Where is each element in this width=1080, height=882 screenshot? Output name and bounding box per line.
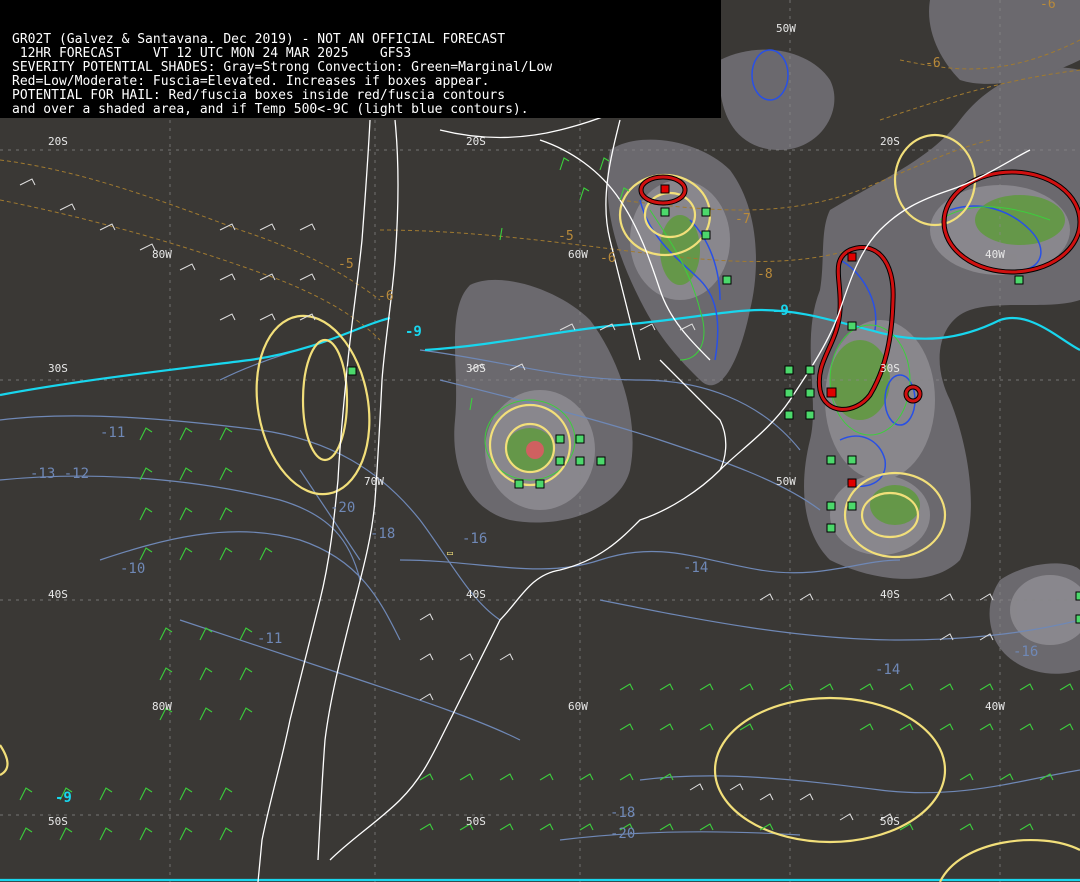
contour-label-minus9-a: -9 [405,324,422,340]
contour-label-minus9-c: -9 [55,790,72,806]
dashed-label-minus6-d: -6 [1040,0,1056,12]
contour-label-minus20-b: -20 [610,826,635,842]
lat-label-20s-a: 20S [48,135,68,148]
weather-forecast-map: 20S 20S 20S 30S 30S 30S 40S 40S 40S 50S … [0,0,1080,882]
lon-label-80w-a: 80W [152,248,172,261]
red-shade-core [526,441,544,459]
lat-label-20s-c: 20S [880,135,900,148]
lat-label-40s-a: 40S [48,588,68,601]
dashed-label-minus8: -8 [757,267,773,282]
header-line-2: 12HR FORECAST VT 12 UTC MON 24 MAR 2025 … [12,46,412,61]
green-shade-south [870,485,920,525]
dashed-label-minus6-a: -6 [378,289,394,304]
yellow-small-marker: ▭ [447,548,453,559]
dashed-label-minus5-a: -5 [338,257,354,272]
dashed-label-minus6-c: -6 [925,56,941,71]
contour-label-minus14-b: -14 [875,662,900,678]
dashed-label-minus6-b: -6 [600,251,616,266]
lat-label-50s-b: 50S [466,815,486,828]
contour-label-minus11-b: -11 [257,631,282,647]
contour-label-minus10: -10 [120,561,145,577]
dashed-label-minus5-b: -5 [558,229,574,244]
header-line-5: POTENTIAL FOR HAIL: Red/fuscia boxes ins… [12,88,506,103]
lat-label-30s-b: 30S [466,362,486,375]
contour-label-minus9-b: -9 [772,303,789,319]
contour-label-minus16-a: -16 [462,531,487,547]
lon-label-40w-b: 40W [985,700,1005,713]
header-line-4: Red=Low/Moderate: Fuscia=Elevated. Incre… [12,74,490,89]
contour-label-minus16-b: -16 [1013,644,1038,660]
lat-label-50s-a: 50S [48,815,68,828]
contour-label-minus18-b: -18 [610,805,635,821]
lat-label-50s-c: 50S [880,815,900,828]
header-line-1: GR02T (Galvez & Santavana. Dec 2019) - N… [12,32,506,47]
lon-label-70w: 70W [364,475,384,488]
contour-label-minus11: -11 [100,425,125,441]
contour-label-minus14-a: -14 [683,560,708,576]
forecast-header: GR02T (Galvez & Santavana. Dec 2019) - N… [0,0,721,118]
header-line-3: SEVERITY POTENTIAL SHADES: Gray=Strong C… [12,60,553,75]
green-shade-ne [975,195,1065,245]
lon-label-40w-a: 40W [985,248,1005,261]
lat-label-40s-b: 40S [466,588,486,601]
contour-label-minus20: -20 [330,500,355,516]
lat-label-30s-a: 30S [48,362,68,375]
header-line-6: and over a shaded area, and if Temp 500<… [12,102,529,117]
lon-label-60w-b: 60W [568,700,588,713]
contour-label-minus13-12: -13 -12 [30,466,89,482]
lon-label-80w-b: 80W [152,700,172,713]
lat-label-20s-b: 20S [466,135,486,148]
contour-label-minus18-a: -18 [370,526,395,542]
lat-label-30s-c: 30S [880,362,900,375]
lon-label-60w-a: 60W [568,248,588,261]
lon-label-50w-a: 50W [776,22,796,35]
lat-label-40s-c: 40S [880,588,900,601]
dashed-label-minus7: -7 [735,212,751,227]
lon-label-50w-b: 50W [776,475,796,488]
